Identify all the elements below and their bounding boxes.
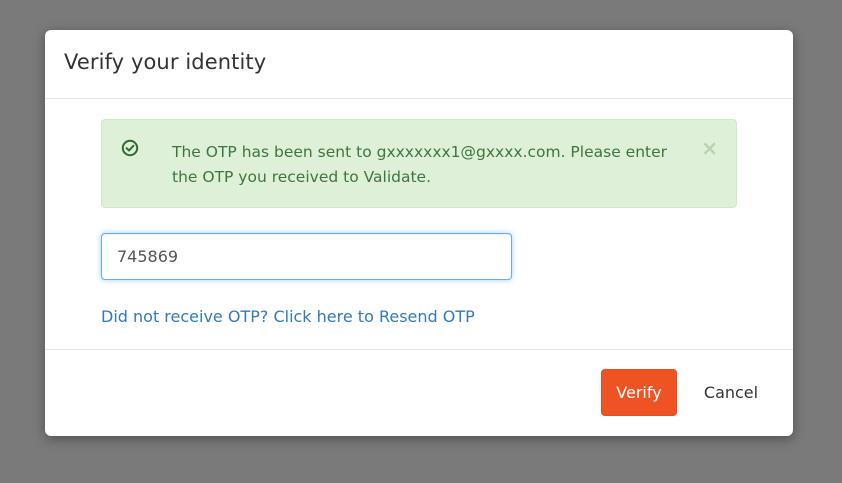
dialog-footer: Verify Cancel xyxy=(45,350,793,436)
alert-message: The OTP has been sent to gxxxxxxx1@gxxxx… xyxy=(172,143,668,186)
dialog-header: Verify your identity xyxy=(45,30,793,99)
close-icon[interactable]: × xyxy=(701,138,718,158)
otp-sent-alert: The OTP has been sent to gxxxxxxx1@gxxxx… xyxy=(101,119,737,208)
resend-otp-link[interactable]: Did not receive OTP? Click here to Resen… xyxy=(101,307,475,326)
dialog-title: Verify your identity xyxy=(64,50,267,74)
otp-input[interactable] xyxy=(101,233,512,280)
verify-button[interactable]: Verify xyxy=(601,369,677,416)
dialog-body: The OTP has been sent to gxxxxxxx1@gxxxx… xyxy=(45,99,793,350)
verify-identity-dialog: Verify your identity The OTP has been se… xyxy=(45,30,793,436)
cancel-button[interactable]: Cancel xyxy=(690,369,772,416)
check-circle-icon xyxy=(121,139,139,157)
